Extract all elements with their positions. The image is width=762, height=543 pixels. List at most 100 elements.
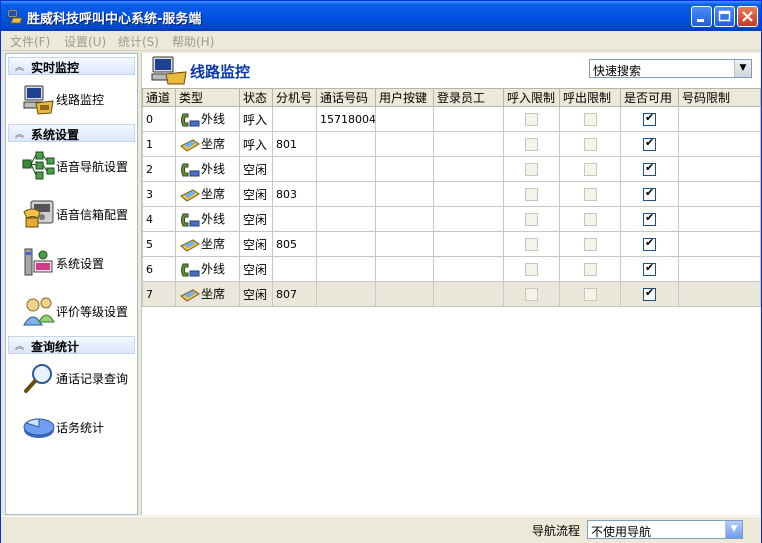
checkbox[interactable]	[525, 237, 538, 251]
cell-enabled[interactable]: ✔	[620, 156, 679, 182]
menu-statistics[interactable]: 统计(S)	[118, 33, 159, 50]
checkbox[interactable]	[583, 137, 597, 151]
cell-in_limit[interactable]	[503, 131, 560, 157]
cell-enabled[interactable]: ✔	[620, 181, 679, 207]
cell-out_limit[interactable]	[559, 106, 621, 132]
column-header[interactable]: 呼入限制	[503, 88, 560, 107]
section-query-statistics[interactable]: ︽ 查询统计	[8, 336, 135, 354]
table-row[interactable]: 0 外线呼入 157180046 ✔	[142, 106, 761, 132]
cell-in_limit[interactable]	[503, 231, 560, 257]
nav-flow-select[interactable]: 不使用导航 ▼	[587, 520, 743, 539]
cell-num_limit	[678, 231, 761, 257]
cell-staff	[433, 231, 504, 257]
cell-ext: 801	[272, 131, 317, 157]
checkbox[interactable]	[525, 187, 538, 201]
checkbox[interactable]	[583, 287, 597, 301]
cell-channel: 1	[142, 131, 176, 157]
minimize-button[interactable]	[691, 6, 712, 27]
cell-out_limit[interactable]	[559, 281, 621, 307]
column-header[interactable]: 是否可用	[620, 88, 679, 107]
checkbox[interactable]	[525, 112, 538, 126]
cell-in_limit[interactable]	[503, 181, 560, 207]
menu-file[interactable]: 文件(F)	[10, 33, 50, 50]
sidebar-item-traffic-stats[interactable]: 话务统计	[16, 409, 138, 445]
checkbox[interactable]: ✔	[643, 211, 656, 226]
section-system-settings[interactable]: ︽ 系统设置	[8, 124, 135, 142]
chevron-down-icon[interactable]: ▼	[734, 60, 751, 77]
table-row[interactable]: 3 坐席 空闲 803 ✔	[142, 181, 761, 207]
sidebar-item-call-records[interactable]: 通话记录查询	[16, 360, 138, 396]
table-row[interactable]: 1 坐席 呼入 801 ✔	[142, 131, 761, 157]
column-header[interactable]: 通道	[142, 88, 176, 107]
outside-line-icon	[181, 213, 200, 227]
checkbox[interactable]: ✔	[643, 286, 656, 301]
cell-in_limit[interactable]	[503, 256, 560, 282]
column-header[interactable]: 通话号码	[316, 88, 376, 107]
cell-out_limit[interactable]	[559, 256, 621, 282]
table-row[interactable]: 5 坐席 空闲 805 ✔	[142, 231, 761, 257]
column-header[interactable]: 号码限制	[678, 88, 761, 107]
title-bar[interactable]: 胜威科技呼叫中心系统-服务端	[1, 1, 761, 31]
checkbox[interactable]	[525, 212, 538, 226]
column-header[interactable]: 类型	[175, 88, 240, 107]
checkbox[interactable]	[583, 112, 597, 126]
checkbox[interactable]	[525, 137, 538, 151]
column-header[interactable]: 分机号	[272, 88, 317, 107]
cell-enabled[interactable]: ✔	[620, 231, 679, 257]
cell-enabled[interactable]: ✔	[620, 131, 679, 157]
cell-enabled[interactable]: ✔	[620, 256, 679, 282]
cell-in_limit[interactable]	[503, 156, 560, 182]
checkbox[interactable]	[525, 287, 538, 301]
checkbox[interactable]: ✔	[643, 261, 656, 276]
close-button[interactable]	[737, 6, 758, 27]
section-realtime-monitor[interactable]: ︽ 实时监控	[8, 57, 135, 75]
cell-in_limit[interactable]	[503, 206, 560, 232]
cell-enabled[interactable]: ✔	[620, 106, 679, 132]
collapse-icon: ︽	[15, 342, 25, 352]
menu-help[interactable]: 帮助(H)	[172, 33, 214, 50]
cell-channel: 2	[142, 156, 176, 182]
table-row[interactable]: 2 外线 空闲 ✔	[142, 156, 761, 182]
checkbox[interactable]: ✔	[643, 111, 656, 126]
sidebar-item-system-settings[interactable]: 系统设置	[16, 245, 138, 281]
cell-out_limit[interactable]	[559, 181, 621, 207]
checkbox[interactable]	[525, 262, 538, 276]
cell-in_limit[interactable]	[503, 106, 560, 132]
quick-search-dropdown[interactable]: 快速搜索 ▼	[589, 59, 752, 78]
line-type-label: 外线	[201, 212, 226, 226]
checkbox[interactable]	[583, 237, 597, 251]
column-header[interactable]: 状态	[239, 88, 273, 107]
sidebar-item-rating-levels[interactable]: 评价等级设置	[16, 293, 138, 329]
chevron-down-icon[interactable]: ▼	[725, 521, 742, 538]
checkbox[interactable]	[583, 187, 597, 201]
table-row[interactable]: 4 外线 空闲 ✔	[142, 206, 761, 232]
checkbox[interactable]: ✔	[643, 236, 656, 251]
line-type-label: 坐席	[201, 187, 226, 201]
cell-out_limit[interactable]	[559, 156, 621, 182]
cell-enabled[interactable]: ✔	[620, 206, 679, 232]
maximize-button[interactable]	[714, 6, 735, 27]
menu-settings[interactable]: 设置(U)	[64, 33, 106, 50]
cell-key	[375, 281, 434, 307]
cell-in_limit[interactable]	[503, 281, 560, 307]
checkbox[interactable]	[583, 162, 597, 176]
checkbox[interactable]	[583, 262, 597, 276]
checkbox[interactable]: ✔	[643, 161, 656, 176]
cell-out_limit[interactable]	[559, 131, 621, 157]
checkbox[interactable]	[525, 162, 538, 176]
column-header[interactable]: 登录员工	[433, 88, 504, 107]
column-header[interactable]: 用户按键	[375, 88, 434, 107]
table-row[interactable]: 6 外线 空闲 ✔	[142, 256, 761, 282]
cell-enabled[interactable]: ✔	[620, 281, 679, 307]
pie-chart-icon	[23, 418, 55, 438]
checkbox[interactable]: ✔	[643, 186, 656, 201]
cell-out_limit[interactable]	[559, 231, 621, 257]
column-header[interactable]: 呼出限制	[559, 88, 621, 107]
table-row[interactable]: 7 坐席 空闲 807 ✔	[142, 281, 761, 307]
checkbox[interactable]	[583, 212, 597, 226]
checkbox[interactable]: ✔	[643, 136, 656, 151]
cell-out_limit[interactable]	[559, 206, 621, 232]
sidebar-item-voicemail[interactable]: 语音信箱配置	[16, 196, 138, 232]
sidebar-item-line-monitor[interactable]: 线路监控	[16, 81, 138, 117]
sidebar-item-voice-nav[interactable]: 语音导航设置	[16, 148, 138, 184]
